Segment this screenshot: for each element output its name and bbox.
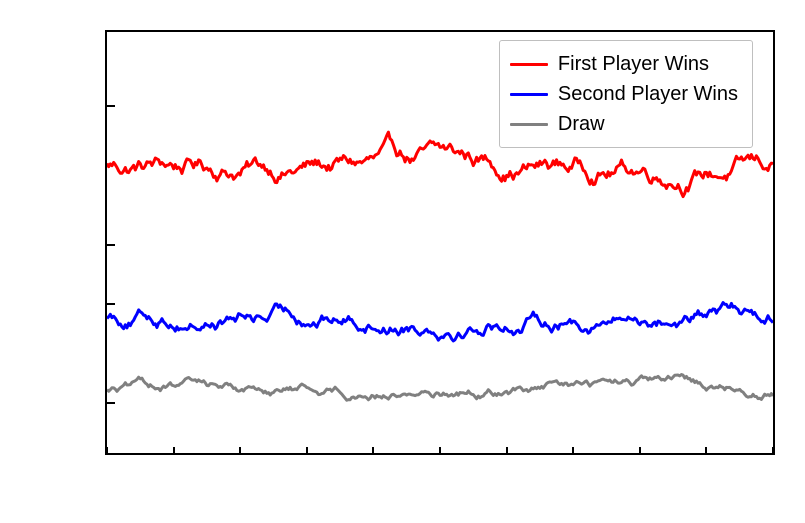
legend-item: First Player Wins <box>510 49 738 79</box>
plot-area: First Player Wins Second Player Wins Dra… <box>105 30 775 455</box>
legend-label: Second Player Wins <box>558 79 738 109</box>
legend-item: Draw <box>510 109 738 139</box>
series-line <box>107 375 773 401</box>
legend-swatch <box>510 123 548 126</box>
chart-container: First Player Wins Second Player Wins Dra… <box>0 0 805 523</box>
legend-swatch <box>510 63 548 66</box>
legend: First Player Wins Second Player Wins Dra… <box>499 40 753 148</box>
legend-label: First Player Wins <box>558 49 709 79</box>
legend-item: Second Player Wins <box>510 79 738 109</box>
series-line <box>107 303 773 341</box>
legend-swatch <box>510 93 548 96</box>
legend-label: Draw <box>558 109 605 139</box>
